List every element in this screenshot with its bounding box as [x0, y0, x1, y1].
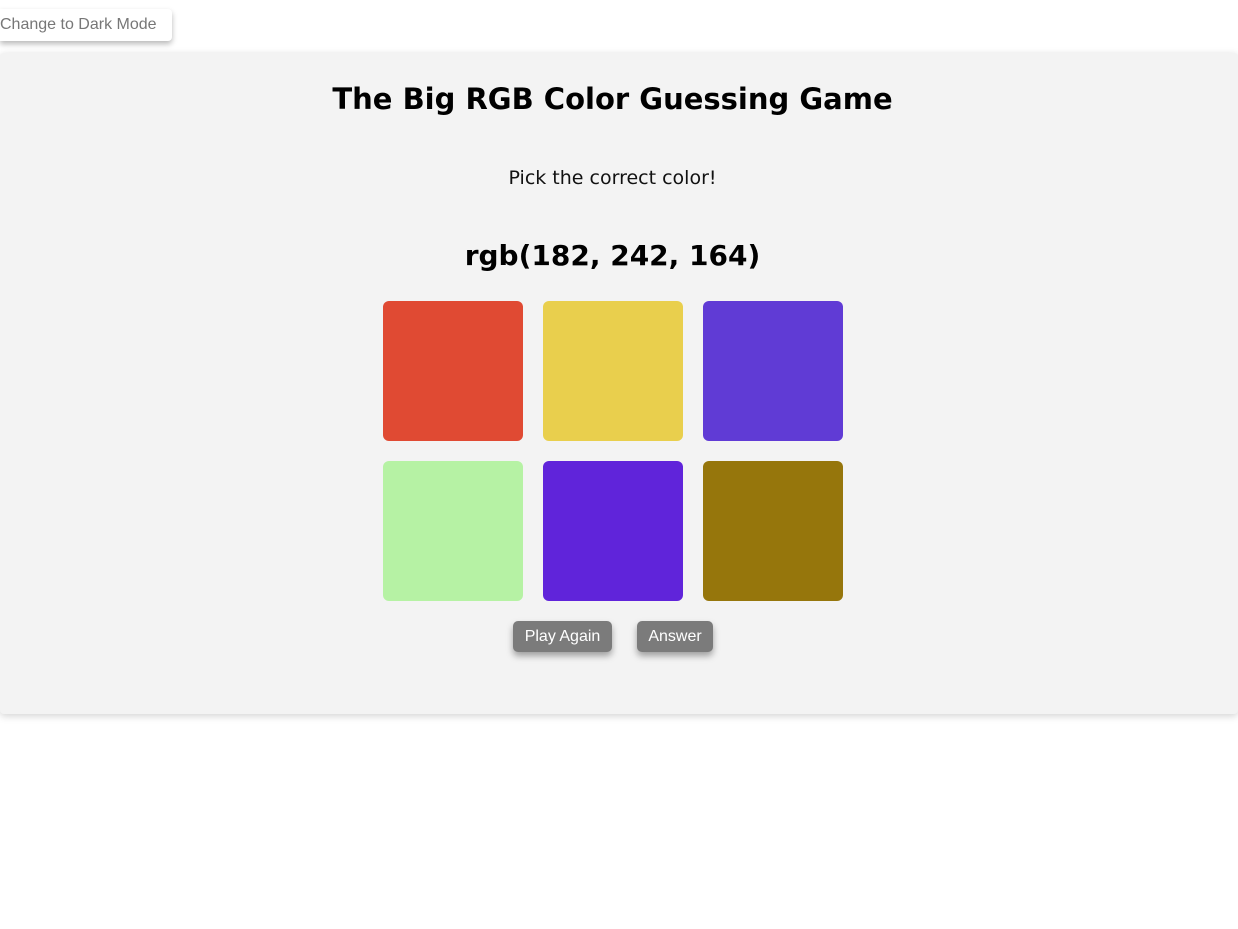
game-instruction: Pick the correct color!: [508, 167, 717, 189]
game-title: The Big RGB Color Guessing Game: [332, 82, 893, 116]
play-again-button[interactable]: Play Again: [513, 621, 612, 652]
color-swatch-6[interactable]: [703, 461, 843, 601]
answer-button[interactable]: Answer: [637, 621, 713, 652]
color-swatch-2[interactable]: [543, 301, 683, 441]
game-card: The Big RGB Color Guessing Game Pick the…: [0, 53, 1238, 714]
color-swatch-4[interactable]: [383, 461, 523, 601]
target-rgb-value: rgb(182, 242, 164): [464, 239, 761, 272]
color-swatch-3[interactable]: [703, 301, 843, 441]
color-swatch-grid: [383, 301, 843, 601]
dark-mode-toggle-button[interactable]: Change to Dark Mode: [0, 9, 172, 41]
color-swatch-1[interactable]: [383, 301, 523, 441]
color-swatch-5[interactable]: [543, 461, 683, 601]
